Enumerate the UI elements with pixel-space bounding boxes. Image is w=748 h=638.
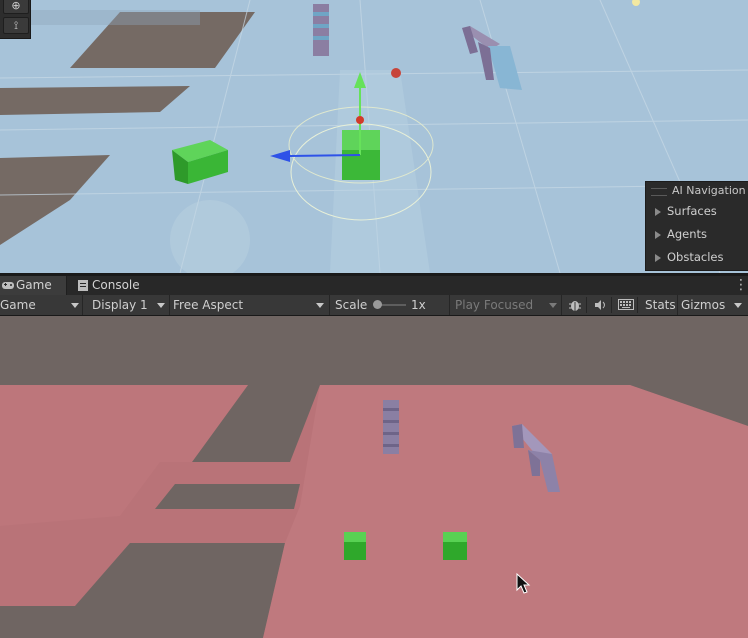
game-cube-left: [344, 532, 366, 560]
nav-foldout-label: Agents: [667, 227, 708, 241]
stats-label: Stats: [645, 298, 676, 312]
nav-foldout-obstacles[interactable]: Obstacles: [646, 246, 748, 269]
chevron-down-icon: [316, 303, 324, 308]
foldout-arrow-icon: [655, 208, 661, 216]
tab-game[interactable]: Game: [0, 276, 67, 295]
game-hole: [155, 484, 300, 509]
scale-label: Scale: [335, 298, 368, 312]
scale-value: 1x: [411, 298, 426, 312]
display-dropdown[interactable]: Display 1: [83, 295, 170, 315]
speaker-icon[interactable]: [589, 297, 612, 313]
nav-foldout-agents[interactable]: Agents: [646, 223, 748, 246]
bug-icon[interactable]: [564, 297, 587, 313]
view-mode-dropdown[interactable]: Game: [0, 295, 83, 315]
game-viewport-graphics: [0, 316, 748, 638]
display-value: Display 1: [92, 298, 148, 312]
nav-foldout-surfaces[interactable]: Surfaces: [646, 200, 748, 223]
ai-navigation-title: AI Navigation: [672, 184, 746, 197]
nav-foldout-label: Obstacles: [667, 250, 724, 264]
scene-view[interactable]: ⊕ ⟟ AI Navigation Surfaces Agents Obstac…: [0, 0, 748, 273]
scene-pillar: [313, 4, 329, 56]
play-mode-dropdown[interactable]: Play Focused: [450, 295, 562, 315]
gizmos-toggle[interactable]: Gizmos: [678, 295, 748, 315]
chevron-down-icon: [734, 303, 742, 308]
aspect-dropdown[interactable]: Free Aspect: [170, 295, 330, 315]
gizmos-label: Gizmos: [681, 298, 726, 312]
ai-navigation-header[interactable]: AI Navigation: [646, 182, 748, 200]
game-toolbar: Game Display 1 Free Aspect Scale 1x Play…: [0, 295, 748, 316]
play-mode-value: Play Focused: [455, 298, 534, 312]
aspect-value: Free Aspect: [173, 298, 244, 312]
chevron-down-icon: [71, 303, 79, 308]
view-mode-value: Game: [0, 298, 36, 312]
path-tool-icon[interactable]: ⟟: [3, 17, 29, 34]
foldout-arrow-icon: [655, 231, 661, 239]
tab-console-label: Console: [92, 278, 140, 292]
nav-foldout-label: Surfaces: [667, 204, 717, 218]
gamepad-icon: [2, 282, 14, 289]
chevron-down-icon: [157, 303, 165, 308]
game-view[interactable]: [0, 316, 748, 638]
foldout-arrow-icon: [655, 254, 661, 262]
tab-console[interactable]: Console: [70, 276, 150, 295]
console-icon: [78, 280, 88, 291]
scene-hole: [0, 86, 190, 115]
orientation-gizmo-icon[interactable]: ⊕: [3, 0, 29, 14]
game-pillar: [383, 400, 399, 454]
scene-viewport-graphics: [0, 0, 748, 273]
more-options-icon[interactable]: ⋮: [734, 277, 748, 293]
ai-navigation-overlay: AI Navigation Surfaces Agents Obstacles: [645, 181, 748, 271]
tab-game-label: Game: [16, 278, 52, 292]
scale-slider-handle[interactable]: [373, 300, 382, 309]
stats-toggle[interactable]: Stats: [641, 295, 678, 315]
scene-tool-stack: ⊕ ⟟: [0, 0, 31, 39]
tab-bar: Game Console ⋮: [0, 276, 748, 296]
keyboard-icon[interactable]: [615, 297, 638, 313]
scene-marker: [391, 68, 401, 78]
chevron-down-icon: [549, 303, 557, 308]
drag-handle-icon[interactable]: [651, 188, 667, 196]
game-cube-right: [443, 532, 467, 560]
